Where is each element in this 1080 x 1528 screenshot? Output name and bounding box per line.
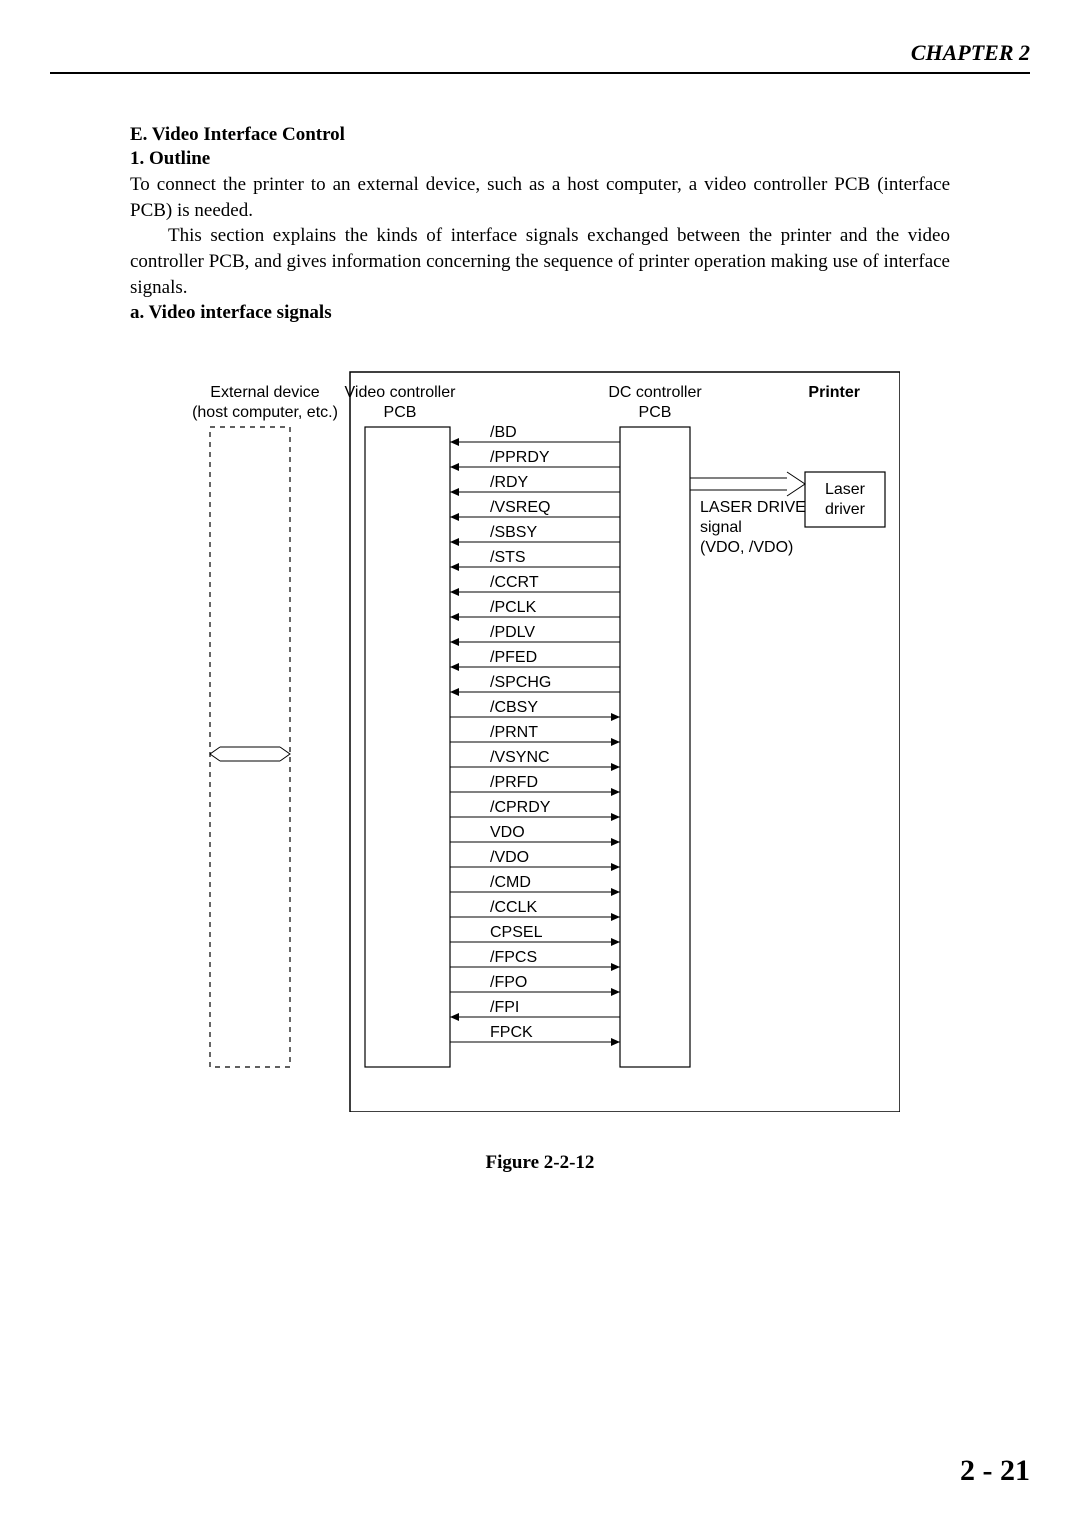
svg-text:/SBSY: /SBSY [490, 524, 537, 541]
svg-text:Video controller: Video controller [345, 384, 457, 401]
svg-text:LASER DRIVE: LASER DRIVE [700, 499, 806, 516]
figure-caption: Figure 2-2-12 [130, 1152, 950, 1174]
svg-text:signal: signal [700, 519, 742, 536]
svg-text:/PRNT: /PRNT [490, 724, 538, 741]
svg-text:PCB: PCB [639, 404, 672, 421]
svg-text:/PRFD: /PRFD [490, 774, 538, 791]
svg-text:/FPI: /FPI [490, 999, 519, 1016]
chapter-header: CHAPTER 2 [50, 40, 1030, 74]
page: CHAPTER 2 E. Video Interface Control 1. … [0, 0, 1080, 1528]
svg-text:/RDY: /RDY [490, 474, 529, 491]
page-number: 2 - 21 [960, 1454, 1030, 1488]
svg-text:Printer: Printer [808, 384, 860, 401]
svg-text:/PDLV: /PDLV [490, 624, 535, 641]
svg-text:/BD: /BD [490, 424, 517, 441]
section-1-heading: 1. Outline [130, 148, 950, 170]
svg-text:/VSREQ: /VSREQ [490, 499, 550, 516]
svg-text:External device: External device [210, 384, 319, 401]
svg-text:/PCLK: /PCLK [490, 599, 537, 616]
svg-text:PCB: PCB [384, 404, 417, 421]
svg-text:/CBSY: /CBSY [490, 699, 538, 716]
svg-text:/SPCHG: /SPCHG [490, 674, 551, 691]
section-a-heading: a. Video interface signals [130, 302, 950, 324]
svg-text:driver: driver [825, 501, 866, 518]
signal-diagram: Printer External device (host computer, … [180, 352, 900, 1112]
paragraph-2: This section explains the kinds of inter… [130, 223, 950, 300]
svg-text:/CCRT: /CCRT [490, 574, 539, 591]
svg-text:/CCLK: /CCLK [490, 899, 537, 916]
svg-text:VDO: VDO [490, 824, 525, 841]
svg-text:CPSEL: CPSEL [490, 924, 543, 941]
svg-text:Laser: Laser [825, 481, 866, 498]
svg-text:/PFED: /PFED [490, 649, 537, 666]
content-block: E. Video Interface Control 1. Outline To… [50, 124, 1030, 1174]
svg-text:DC controller: DC controller [608, 384, 702, 401]
svg-text:/STS: /STS [490, 549, 526, 566]
svg-text:/VSYNC: /VSYNC [490, 749, 550, 766]
svg-text:FPCK: FPCK [490, 1024, 533, 1041]
svg-text:(VDO, /VDO): (VDO, /VDO) [700, 539, 793, 556]
svg-text:/CMD: /CMD [490, 874, 531, 891]
svg-text:/FPO: /FPO [490, 974, 527, 991]
svg-text:/CPRDY: /CPRDY [490, 799, 551, 816]
section-e-heading: E. Video Interface Control [130, 124, 950, 146]
figure-container: Printer External device (host computer, … [130, 352, 950, 1112]
svg-text:/VDO: /VDO [490, 849, 529, 866]
svg-text:/PPRDY: /PPRDY [490, 449, 550, 466]
paragraph-1: To connect the printer to an external de… [130, 172, 950, 223]
svg-text:/FPCS: /FPCS [490, 949, 537, 966]
svg-text:(host computer, etc.): (host computer, etc.) [192, 404, 338, 421]
